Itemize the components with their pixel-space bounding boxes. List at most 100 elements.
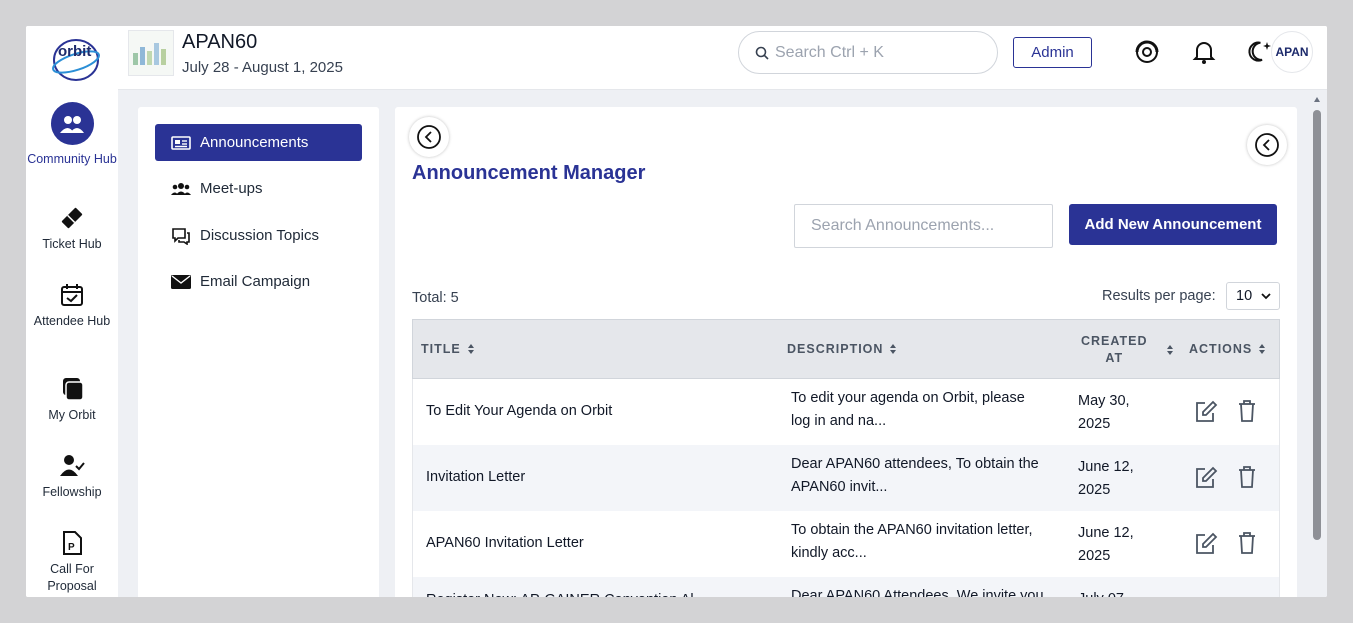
rail-label: Call For Proposal	[47, 562, 97, 593]
sort-icon	[467, 344, 474, 354]
calendar-check-icon	[61, 284, 83, 306]
trash-icon[interactable]	[1237, 531, 1257, 555]
row-created-at: June 12, 2025	[1078, 522, 1134, 568]
dark-mode-icon[interactable]	[1246, 38, 1274, 66]
row-created-at: May 30, 2025	[1078, 390, 1130, 436]
description-line: To edit your agenda on Orbit, please	[791, 390, 1025, 406]
rail-label: My Orbit	[48, 408, 96, 422]
chevron-left-circle-icon	[417, 125, 441, 149]
add-announcement-button[interactable]: Add New Announcement	[1069, 204, 1277, 245]
announcements-table: TITLE DESCRIPTION CREATED AT ACTIONS To …	[412, 319, 1280, 597]
support-icon[interactable]	[1133, 38, 1161, 66]
table-row[interactable]: APAN60 Invitation Letter To obtain the A…	[412, 511, 1280, 577]
rail-item-community-hub[interactable]: Community Hub	[26, 102, 118, 168]
row-description: To obtain the APAN60 invitation letter, k…	[791, 519, 1033, 565]
avatar[interactable]: APAN	[1271, 31, 1313, 73]
envelope-icon	[171, 274, 191, 289]
content-area: Announcements Meet-ups Discussion Topics…	[118, 90, 1327, 597]
subnav-item-announcements[interactable]: Announcements	[155, 124, 362, 161]
row-title: Invitation Letter	[426, 469, 526, 485]
subnav-label: Email Campaign	[200, 273, 311, 290]
date-line: June 12,	[1078, 459, 1134, 475]
search-placeholder: Search Ctrl + K	[775, 43, 884, 61]
sort-icon	[890, 344, 897, 354]
description-line: APAN60 invit...	[791, 479, 888, 495]
announcement-manager-panel: Announcement Manager Search Announcement…	[395, 107, 1297, 597]
column-label-line2: AT	[1105, 351, 1124, 365]
sort-icon	[1259, 344, 1266, 354]
results-per-page-select[interactable]: 10	[1226, 282, 1280, 310]
row-created-at: June 12, 2025	[1078, 456, 1134, 502]
rail-label: Community Hub	[27, 152, 117, 166]
event-logo	[128, 30, 174, 76]
trash-icon[interactable]	[1237, 399, 1257, 423]
user-check-icon	[60, 455, 85, 476]
edit-icon[interactable]	[1193, 465, 1219, 491]
column-header-title[interactable]: TITLE	[421, 342, 475, 356]
rail-label: Attendee Hub	[33, 314, 111, 328]
event-title: APAN60	[182, 31, 258, 53]
edit-icon[interactable]	[1193, 399, 1219, 425]
search-icon	[755, 46, 769, 60]
app-window: orbit Community Hub Ticket Hub Attendee …	[26, 26, 1327, 597]
users-icon	[50, 102, 94, 145]
row-description: Dear APAN60 attendees, To obtain the APAN…	[791, 453, 1039, 499]
trash-icon[interactable]	[1237, 465, 1257, 489]
rail-item-call-for-proposal[interactable]: P Call For Proposal	[26, 529, 118, 595]
row-description: To edit your agenda on Orbit, please log …	[791, 387, 1025, 433]
column-label: TITLE	[421, 342, 461, 356]
rail-item-fellowship[interactable]: Fellowship	[26, 452, 118, 501]
row-title: APAN60 Invitation Letter	[426, 535, 584, 551]
rail-label: Ticket Hub	[42, 237, 102, 251]
date-line: June 12,	[1078, 525, 1134, 541]
subnav-item-email-campaign[interactable]: Email Campaign	[155, 263, 362, 300]
collapse-left-button[interactable]	[409, 117, 449, 157]
column-header-actions: ACTIONS	[1189, 342, 1266, 356]
event-dates: July 28 - August 1, 2025	[182, 59, 343, 76]
subnav-label: Discussion Topics	[200, 227, 319, 244]
description-line: Dear APAN60 attendees, To obtain the	[791, 456, 1039, 472]
page-title: Announcement Manager	[412, 162, 646, 184]
left-rail: orbit Community Hub Ticket Hub Attendee …	[26, 26, 118, 597]
admin-button[interactable]: Admin	[1013, 37, 1092, 68]
bell-icon[interactable]	[1190, 38, 1218, 66]
column-label: ACTIONS	[1189, 342, 1253, 356]
scrollbar-track[interactable]	[1311, 96, 1323, 596]
orbit-logo[interactable]: orbit	[48, 32, 104, 84]
description-line: log in and na...	[791, 413, 887, 429]
rail-item-my-orbit[interactable]: My Orbit	[26, 375, 118, 424]
row-title: Register Now: AP-GAINER Convention Al...	[426, 589, 706, 597]
announcement-search-input[interactable]: Search Announcements...	[794, 204, 1053, 248]
table-header: TITLE DESCRIPTION CREATED AT ACTIONS	[412, 319, 1280, 379]
newspaper-icon	[171, 135, 191, 150]
svg-text:P: P	[68, 542, 75, 553]
svg-text:orbit: orbit	[58, 43, 91, 60]
row-created-at: July 07,	[1078, 588, 1128, 597]
table-row[interactable]: To Edit Your Agenda on Orbit To edit you…	[412, 379, 1280, 445]
row-description: Dear APAN60 Attendees, We invite you	[791, 588, 1044, 597]
table-row[interactable]: Invitation Letter Dear APAN60 attendees,…	[412, 445, 1280, 511]
collapse-right-button[interactable]	[1247, 125, 1287, 165]
community-subnav: Announcements Meet-ups Discussion Topics…	[138, 107, 379, 597]
chevron-left-circle-icon	[1255, 133, 1279, 157]
rail-item-ticket-hub[interactable]: Ticket Hub	[26, 204, 118, 253]
date-line: May 30,	[1078, 393, 1130, 409]
scrollbar-thumb[interactable]	[1313, 110, 1321, 540]
scroll-up-icon[interactable]	[1313, 96, 1321, 104]
subnav-item-discussion-topics[interactable]: Discussion Topics	[155, 217, 362, 254]
subnav-item-meet-ups[interactable]: Meet-ups	[155, 170, 362, 207]
comments-icon	[172, 227, 190, 245]
subnav-label: Meet-ups	[200, 180, 263, 197]
edit-icon[interactable]	[1193, 531, 1219, 557]
column-header-description[interactable]: DESCRIPTION	[787, 342, 897, 356]
description-line: To obtain the APAN60 invitation letter,	[791, 522, 1033, 538]
date-line: 2025	[1078, 482, 1111, 498]
table-row[interactable]: Register Now: AP-GAINER Convention Al...…	[412, 577, 1280, 597]
column-header-created-at[interactable]: CREATED AT	[1081, 333, 1174, 367]
rail-item-attendee-hub[interactable]: Attendee Hub	[26, 281, 118, 330]
column-label: DESCRIPTION	[787, 342, 884, 356]
top-bar: APAN60 July 28 - August 1, 2025 Search C…	[118, 26, 1327, 90]
sort-icon	[1166, 345, 1173, 355]
subnav-label: Announcements	[200, 134, 309, 151]
global-search-input[interactable]: Search Ctrl + K	[738, 31, 998, 74]
